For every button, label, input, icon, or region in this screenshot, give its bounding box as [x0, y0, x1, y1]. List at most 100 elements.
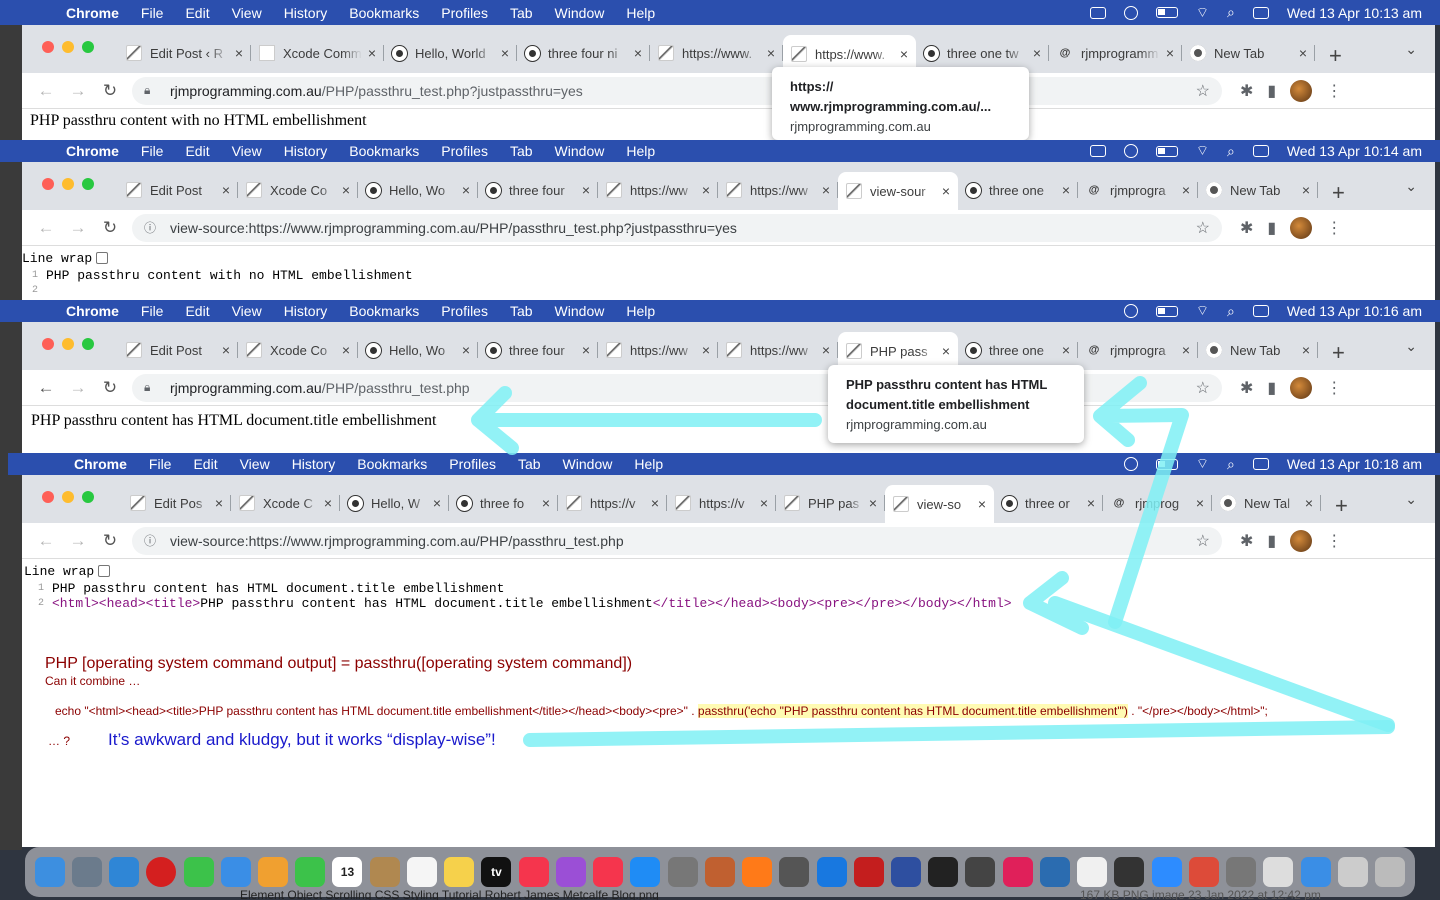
app-menu-chrome[interactable]: Chrome — [66, 303, 119, 319]
close-tab-icon[interactable]: × — [462, 182, 470, 198]
close-tab-icon[interactable]: × — [462, 342, 470, 358]
reload-button[interactable]: ↻ — [94, 218, 126, 238]
forward-button[interactable]: → — [62, 218, 94, 238]
close-tab-icon[interactable]: × — [342, 182, 350, 198]
tab-3[interactable]: Hello, Wo × — [358, 172, 478, 208]
line-wrap-checkbox[interactable] — [96, 252, 109, 264]
reminders-dock-icon[interactable] — [406, 857, 437, 887]
battery-icon[interactable] — [1155, 7, 1178, 18]
zoom-window-button[interactable] — [82, 178, 94, 190]
line-wrap-checkbox[interactable] — [98, 565, 111, 577]
spotlight-search-icon[interactable]: ⌕ — [1227, 4, 1235, 21]
menu-view[interactable]: View — [232, 143, 262, 159]
menu-profiles[interactable]: Profiles — [449, 456, 496, 472]
minimize-window-button[interactable] — [62, 178, 74, 190]
close-tab-icon[interactable]: × — [634, 45, 642, 61]
menu-edit[interactable]: Edit — [185, 303, 209, 319]
tab-7[interactable]: view-sour × — [838, 172, 958, 210]
menu-history[interactable]: History — [284, 143, 328, 159]
calendar-dock-icon[interactable]: 13 — [332, 857, 363, 887]
tab-8[interactable]: three one × — [958, 172, 1078, 208]
control-center-icon[interactable] — [1252, 145, 1269, 157]
xcode-dock-icon[interactable] — [816, 857, 847, 887]
close-tab-icon[interactable]: × — [869, 495, 877, 511]
gimp-like-dock-icon[interactable] — [965, 857, 996, 887]
notes-dock-icon[interactable] — [444, 857, 475, 887]
tab-5[interactable]: https://www. × — [650, 35, 783, 71]
paint-dock-icon[interactable] — [704, 857, 735, 887]
preview-dock-icon[interactable] — [1039, 857, 1070, 887]
menu-view[interactable]: View — [232, 5, 262, 21]
close-tab-icon[interactable]: × — [942, 183, 950, 199]
address-bar[interactable]: ⓘ view-source:https://www.rjmprogramming… — [132, 213, 1222, 242]
media-play-icon[interactable] — [1123, 144, 1138, 158]
control-center-icon[interactable] — [1252, 458, 1269, 470]
music-dock-icon[interactable] — [518, 857, 549, 887]
finder-dock-icon[interactable] — [34, 857, 65, 887]
wifi-icon[interactable]: ⌔ — [1196, 4, 1209, 22]
tab-search-chevron-icon[interactable]: ⌄ — [1405, 178, 1417, 195]
close-tab-icon[interactable]: × — [1182, 182, 1190, 198]
lock-icon[interactable]: 🔒︎ — [144, 380, 158, 395]
podcasts-dock-icon[interactable] — [555, 857, 586, 887]
side-panel-icon[interactable]: ▮ — [1267, 81, 1276, 101]
close-tab-icon[interactable]: × — [1062, 182, 1070, 198]
zoom-window-button[interactable] — [82, 491, 94, 503]
menu-window[interactable]: Window — [555, 5, 605, 21]
menu-window[interactable]: Window — [555, 303, 605, 319]
intellij-dock-icon[interactable] — [1002, 857, 1033, 887]
tab-4[interactable]: three four × — [478, 172, 598, 208]
close-window-button[interactable] — [42, 491, 54, 503]
chrome-menu-icon[interactable]: ⋮ — [1326, 81, 1342, 101]
tab-8[interactable]: view-so × — [885, 485, 994, 523]
minimize-window-button[interactable] — [62, 491, 74, 503]
back-button[interactable]: ← — [30, 218, 62, 238]
calculator-dock-icon[interactable] — [779, 857, 810, 887]
image-dock-icon[interactable] — [1337, 857, 1368, 887]
close-tab-icon[interactable]: × — [501, 45, 509, 61]
menu-edit[interactable]: Edit — [185, 5, 209, 21]
close-tab-icon[interactable]: × — [1033, 45, 1041, 61]
gnome-dock-icon[interactable] — [1114, 857, 1145, 887]
close-tab-icon[interactable]: × — [342, 342, 350, 358]
tab-8[interactable]: @ rjmprogramm × — [1049, 35, 1182, 71]
side-panel-icon[interactable]: ▮ — [1267, 218, 1276, 238]
tab-5[interactable]: https://ww × — [598, 172, 718, 208]
tab-search-chevron-icon[interactable]: ⌄ — [1405, 338, 1417, 355]
menu-profiles[interactable]: Profiles — [441, 143, 488, 159]
facetime-dock-icon[interactable] — [295, 857, 326, 887]
forward-button[interactable]: → — [62, 378, 94, 398]
screen-record-icon[interactable] — [1089, 6, 1106, 19]
close-tab-icon[interactable]: × — [1299, 45, 1307, 61]
tab-7[interactable]: PHP pas × — [776, 485, 885, 521]
close-tab-icon[interactable]: × — [1182, 342, 1190, 358]
textedit-dock-icon[interactable] — [1077, 857, 1108, 887]
battery-icon[interactable] — [1155, 458, 1178, 470]
profile-avatar[interactable] — [1290, 216, 1313, 239]
zoom-dock-icon[interactable] — [1151, 857, 1182, 887]
close-tab-icon[interactable]: × — [760, 495, 768, 511]
tab-1[interactable]: Edit Post ‹ R × — [118, 35, 251, 71]
chrome-dock-icon[interactable] — [1188, 857, 1219, 887]
tab-1[interactable]: Edit Pos × — [122, 485, 231, 521]
extensions-icon[interactable]: ✱ — [1240, 218, 1253, 238]
menu-window[interactable]: Window — [563, 456, 613, 472]
close-window-button[interactable] — [42, 178, 54, 190]
menu-window[interactable]: Window — [555, 143, 605, 159]
close-tab-icon[interactable]: × — [1087, 495, 1095, 511]
wifi-icon[interactable]: ⌔ — [1196, 455, 1209, 473]
tab-7[interactable]: three one tw × — [916, 35, 1049, 71]
close-tab-icon[interactable]: × — [702, 342, 710, 358]
bookmark-star-icon[interactable]: ☆ — [1196, 81, 1210, 101]
menu-bookmarks[interactable]: Bookmarks — [349, 143, 419, 159]
close-tab-icon[interactable]: × — [1166, 45, 1174, 61]
close-tab-icon[interactable]: × — [822, 182, 830, 198]
menu-tab[interactable]: Tab — [510, 5, 533, 21]
menubar-clock[interactable]: Wed 13 Apr 10:13 am — [1287, 5, 1422, 21]
minimize-window-button[interactable] — [62, 338, 74, 350]
close-tab-icon[interactable]: × — [978, 496, 986, 512]
tab-3[interactable]: Hello, Wo × — [358, 332, 478, 368]
bookmark-star-icon[interactable]: ☆ — [1196, 378, 1210, 398]
menu-file[interactable]: File — [149, 456, 172, 472]
app-menu-chrome[interactable]: Chrome — [66, 5, 119, 21]
